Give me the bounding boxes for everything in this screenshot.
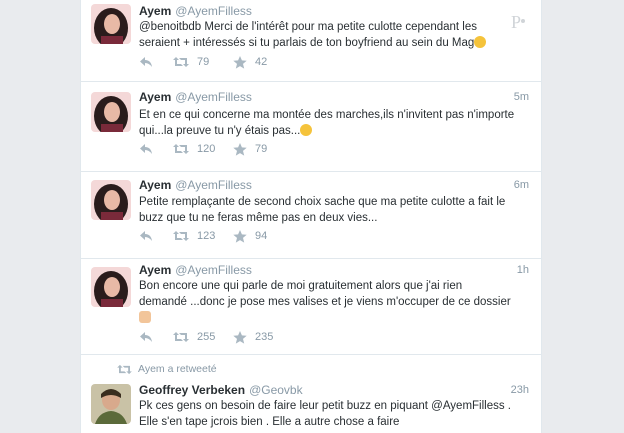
favorite-star-icon: [233, 330, 247, 344]
retweet-button[interactable]: 79: [173, 56, 233, 68]
tweet-actions: 123 94: [139, 229, 267, 243]
tweet-actions: 79 42: [139, 55, 267, 69]
reply-icon[interactable]: [139, 56, 173, 68]
avatar[interactable]: [91, 267, 131, 307]
favorite-star-icon: [233, 229, 247, 243]
retweet-count: 120: [197, 143, 216, 155]
tweet-text: @benoitbdb Merci de l'intérêt pour ma pe…: [139, 19, 527, 51]
tweet[interactable]: Ayem @AyemFilless 6m Petite remplaçante d…: [81, 172, 541, 259]
avatar[interactable]: [91, 4, 131, 44]
retweet-count: 123: [197, 230, 216, 242]
wink-emoji-icon: [474, 36, 487, 48]
retweet-context-label[interactable]: Ayem a retweeté: [138, 363, 217, 375]
timeline: Ayem @AyemFilless @benoitbdb Merci de l'i…: [80, 0, 542, 433]
tweet-timestamp[interactable]: 6m: [514, 178, 529, 192]
retweet-icon: [117, 364, 132, 374]
favorite-count: 235: [255, 331, 274, 343]
retweeted-tweet[interactable]: Ayem a retweeté Geoffrey Verbeken @Geovbk…: [81, 355, 541, 433]
author-name[interactable]: Ayem: [139, 263, 171, 277]
tweet-actions: 255 235: [139, 330, 273, 344]
retweet-icon: [173, 332, 189, 342]
favorite-button[interactable]: 235: [233, 330, 274, 344]
kiss-emoji-icon: [300, 124, 313, 136]
tweet[interactable]: Ayem @AyemFilless 5m Et en ce qui concern…: [81, 82, 541, 172]
author-handle[interactable]: @AyemFilless: [175, 4, 252, 18]
author-handle[interactable]: @Geovbk: [249, 383, 303, 397]
tweet-text: Petite remplaçante de second choix sache…: [139, 196, 506, 224]
favorite-count: 79: [255, 143, 268, 155]
svg-text:P: P: [511, 12, 521, 32]
favorite-button[interactable]: 79: [233, 142, 268, 156]
avatar[interactable]: [91, 384, 131, 424]
tweet-text: Et en ce qui concerne ma montée des marc…: [139, 109, 515, 137]
tweet-text: Bon encore une qui parle de moi gratuite…: [139, 278, 527, 326]
favorite-count: 94: [255, 230, 268, 242]
favorite-button[interactable]: 94: [233, 229, 268, 243]
retweet-context: Ayem a retweeté: [117, 363, 217, 375]
retweet-count: 255: [197, 331, 216, 343]
ok-hand-emoji-icon: [139, 311, 151, 323]
author-name[interactable]: Ayem: [139, 178, 171, 192]
reply-icon[interactable]: [139, 331, 173, 343]
retweet-count: 79: [197, 56, 210, 68]
author-handle[interactable]: @AyemFilless: [175, 90, 252, 104]
retweet-icon: [173, 57, 189, 67]
retweet-icon: [173, 144, 189, 154]
favorite-star-icon: [233, 55, 247, 69]
retweet-icon: [173, 231, 189, 241]
retweet-button[interactable]: 120: [173, 143, 233, 155]
watermark-logo: P: [489, 0, 539, 50]
author-name[interactable]: Ayem: [139, 90, 171, 104]
author-name[interactable]: Geoffrey Verbeken: [139, 383, 245, 397]
avatar[interactable]: [91, 92, 131, 132]
tweet-timestamp[interactable]: 5m: [514, 90, 529, 104]
favorite-star-icon: [233, 142, 247, 156]
retweet-button[interactable]: 123: [173, 230, 233, 242]
favorite-count: 42: [255, 56, 268, 68]
retweet-button[interactable]: 255: [173, 331, 233, 343]
author-handle[interactable]: @AyemFilless: [175, 178, 252, 192]
reply-icon[interactable]: [139, 143, 173, 155]
reply-icon[interactable]: [139, 230, 173, 242]
author-name[interactable]: Ayem: [139, 4, 171, 18]
avatar[interactable]: [91, 180, 131, 220]
tweet[interactable]: Ayem @AyemFilless 1h Bon encore une qui p…: [81, 259, 541, 355]
tweet-timestamp[interactable]: 1h: [517, 263, 529, 277]
tweet-text: Pk ces gens on besoin de faire leur peti…: [139, 400, 511, 428]
favorite-button[interactable]: 42: [233, 55, 268, 69]
tweet-timestamp[interactable]: 23h: [511, 383, 529, 397]
tweet-actions: 120 79: [139, 142, 267, 156]
author-handle[interactable]: @AyemFilless: [175, 263, 252, 277]
tweet[interactable]: Ayem @AyemFilless @benoitbdb Merci de l'i…: [81, 0, 541, 82]
